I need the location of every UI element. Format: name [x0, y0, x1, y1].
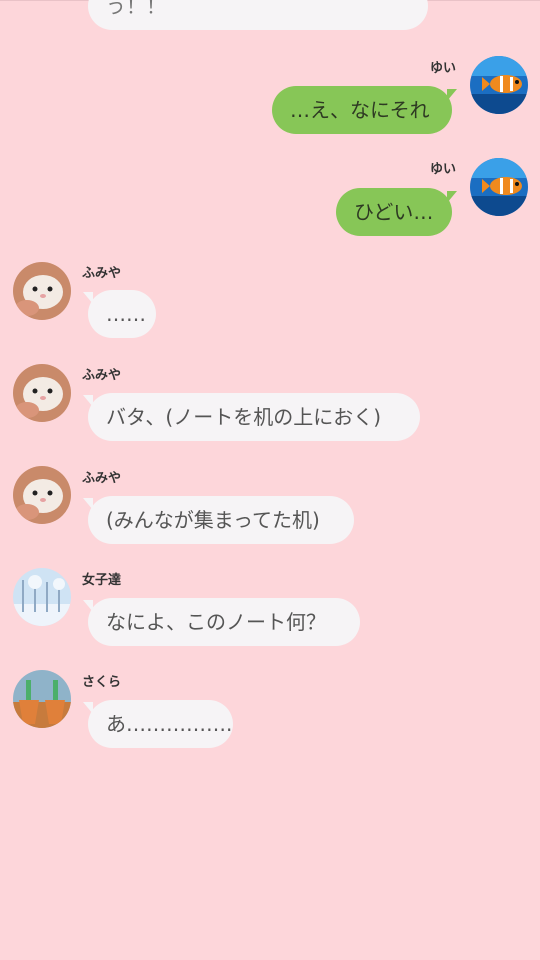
- chat-screen: う！！ ゆい …え、なにそれ ゆい ひどい… ふみや …… ふみや バタ、(ノー…: [0, 0, 540, 960]
- message-bubble[interactable]: あ…………….: [88, 700, 233, 748]
- message-bubble[interactable]: …え、なにそれ: [272, 86, 452, 134]
- message-bubble[interactable]: ひどい…: [336, 188, 452, 236]
- message-bubble[interactable]: (みんなが集まってた机): [88, 496, 354, 544]
- hamster-avatar[interactable]: [13, 466, 71, 524]
- sender-name: 女子達: [82, 573, 122, 588]
- snowy-trees-avatar[interactable]: [13, 568, 71, 626]
- clownfish-avatar[interactable]: [470, 158, 528, 216]
- sender-name: ふみや: [82, 368, 122, 383]
- message-bubble[interactable]: なによ、このノート何？: [88, 598, 360, 646]
- message-bubble-partial[interactable]: う！！: [88, 0, 428, 30]
- sender-name: ゆい: [430, 162, 457, 177]
- hamster-avatar[interactable]: [13, 262, 71, 320]
- sender-name: ゆい: [430, 61, 457, 76]
- flower-pots-avatar[interactable]: [13, 670, 71, 728]
- sender-name: ふみや: [82, 471, 122, 486]
- message-bubble[interactable]: ……: [88, 290, 156, 338]
- sender-name: ふみや: [82, 266, 122, 281]
- sender-name: さくら: [82, 675, 122, 690]
- hamster-avatar[interactable]: [13, 364, 71, 422]
- clownfish-avatar[interactable]: [470, 56, 528, 114]
- message-bubble[interactable]: バタ、(ノートを机の上におく): [88, 393, 420, 441]
